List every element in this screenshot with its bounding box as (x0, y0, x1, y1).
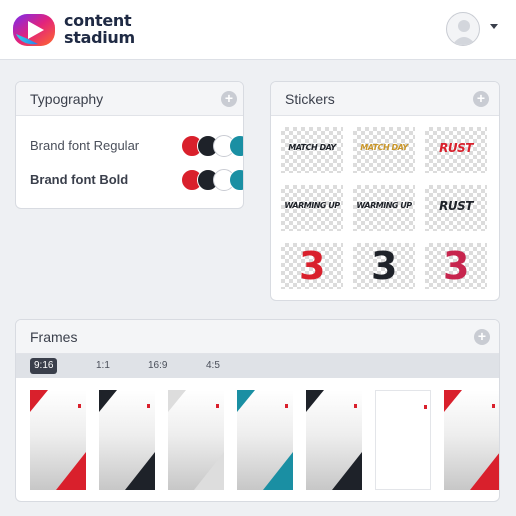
tab-ratio-9-16[interactable]: 9:16 (30, 358, 58, 374)
font-swatches-bold (181, 169, 243, 191)
brand-line-2: stadium (64, 28, 135, 47)
frame-template[interactable] (375, 390, 431, 490)
top-bar: content stadium (0, 0, 516, 60)
color-swatch[interactable] (229, 169, 243, 191)
sticker-item[interactable]: 3 (425, 243, 487, 289)
frames-header: Frames + (16, 320, 499, 354)
sticker-text: RUST (439, 199, 473, 213)
frame-accent-shape (444, 390, 499, 490)
frame-template[interactable] (168, 390, 224, 490)
stickers-header: Stickers + (271, 82, 499, 116)
frame-accent-shape (424, 405, 427, 409)
sticker-text: MATCH DAY (288, 143, 336, 152)
sticker-item[interactable]: RUST (425, 185, 487, 231)
brand-line-1: content (64, 11, 132, 30)
plus-icon[interactable]: + (474, 329, 490, 345)
font-item-regular[interactable]: Brand font Regular (30, 138, 139, 153)
play-logo-icon[interactable] (12, 12, 56, 48)
sticker-text: 3 (371, 244, 397, 288)
frame-template[interactable] (306, 390, 362, 490)
sticker-item[interactable]: WARMING UP (353, 185, 415, 231)
tab-ratio-4-5[interactable]: 4:5 (202, 358, 224, 374)
frame-accent-shape (306, 390, 362, 490)
sticker-item[interactable]: RUST (425, 127, 487, 173)
ratio-tabs: 9:16 1:1 16:9 4:5 (16, 354, 499, 378)
sticker-item[interactable]: 3 (281, 243, 343, 289)
sticker-item[interactable]: 3 (353, 243, 415, 289)
typography-header: Typography + (16, 82, 243, 116)
sticker-text: MATCH DAY (360, 143, 408, 152)
sticker-text: RUST (439, 141, 473, 155)
tab-ratio-16-9[interactable]: 16:9 (144, 358, 171, 374)
font-swatches-regular (181, 135, 243, 157)
chevron-down-icon[interactable] (490, 24, 498, 29)
frame-template[interactable] (237, 390, 293, 490)
frame-template[interactable] (444, 390, 499, 490)
frame-accent-shape (237, 390, 293, 490)
frame-template[interactable] (99, 390, 155, 490)
sticker-item[interactable]: MATCH DAY (281, 127, 343, 173)
sticker-text: WARMING UP (356, 201, 412, 210)
frame-template[interactable] (30, 390, 86, 490)
tab-ratio-1-1[interactable]: 1:1 (92, 358, 114, 374)
frame-accent-shape (99, 390, 155, 490)
frame-accent-shape (168, 390, 224, 490)
stickers-title: Stickers (285, 91, 335, 107)
sticker-text: 3 (299, 244, 325, 288)
sticker-item[interactable]: WARMING UP (281, 185, 343, 231)
frames-title: Frames (30, 329, 78, 345)
typography-card: Typography + Brand font Regular Brand fo… (15, 81, 244, 209)
plus-icon[interactable]: + (473, 91, 489, 107)
typography-title: Typography (30, 91, 104, 107)
frame-accent-shape (30, 390, 86, 490)
user-avatar-icon[interactable] (446, 12, 480, 46)
frames-card: Frames + 9:16 1:1 16:9 4:5 (15, 319, 500, 502)
color-swatch[interactable] (229, 135, 243, 157)
brand-wordmark: content stadium (64, 12, 135, 46)
sticker-text: 3 (443, 244, 469, 288)
sticker-text: WARMING UP (284, 201, 340, 210)
sticker-item[interactable]: MATCH DAY (353, 127, 415, 173)
stickers-card: Stickers + MATCH DAY MATCH DAY RUST WARMING… (270, 81, 500, 301)
plus-icon[interactable]: + (221, 91, 237, 107)
font-item-bold[interactable]: Brand font Bold (30, 172, 128, 187)
